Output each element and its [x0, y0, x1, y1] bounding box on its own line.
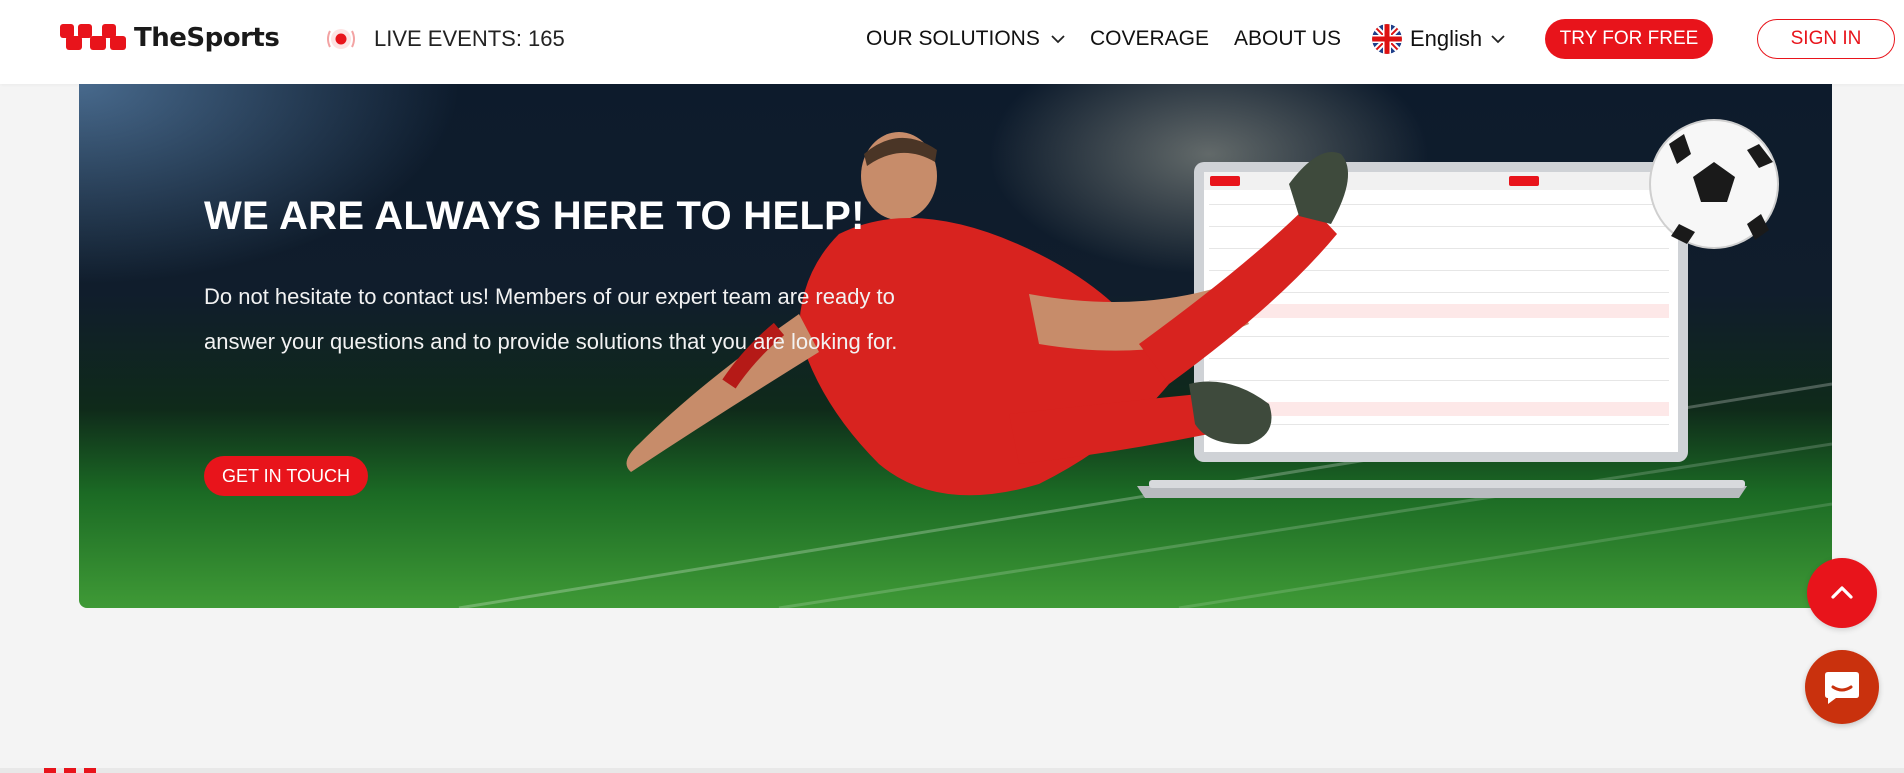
- live-events-label: LIVE EVENTS: 165: [374, 26, 565, 51]
- nav-coverage-label: COVERAGE: [1090, 27, 1210, 50]
- chevron-down-icon: [1051, 35, 1065, 44]
- language-label: English: [1410, 26, 1483, 51]
- chat-bubble-icon: [1825, 672, 1859, 704]
- chevron-up-icon: [1831, 586, 1853, 599]
- language-selector[interactable]: English: [1372, 20, 1506, 58]
- banner-title: WE ARE ALWAYS HERE TO HELP!: [204, 194, 865, 238]
- live-events[interactable]: LIVE EVENTS: 165: [326, 24, 565, 54]
- sign-in-button[interactable]: SIGN IN: [1757, 19, 1895, 59]
- get-in-touch-button[interactable]: GET IN TOUCH: [204, 456, 368, 496]
- nav-our-solutions[interactable]: OUR SOLUTIONS: [866, 22, 1066, 56]
- live-chat-button[interactable]: [1805, 650, 1879, 724]
- try-for-free-button[interactable]: TRY FOR FREE: [1545, 19, 1713, 59]
- soccer-ball-graphic: [1649, 119, 1779, 249]
- nav-about-us[interactable]: ABOUT US: [1234, 22, 1341, 56]
- nav-our-solutions-label: OUR SOLUTIONS: [866, 27, 1040, 50]
- brand-logo-mark: [60, 24, 126, 50]
- site-header: TheSports LIVE EVENTS: 165 OUR SOLUTIONS…: [0, 0, 1904, 84]
- banner-body-text: Do not hesitate to contact us! Members o…: [204, 284, 898, 354]
- uk-flag-icon: [1372, 24, 1402, 54]
- brand-name: TheSports: [134, 23, 280, 53]
- chevron-down-icon: [1491, 35, 1505, 44]
- brand-logo[interactable]: TheSports: [60, 20, 280, 56]
- live-dot-icon: [327, 29, 355, 49]
- footer-logo-mark: [44, 768, 96, 773]
- scroll-to-top-button[interactable]: [1807, 558, 1877, 628]
- next-section-edge: [0, 768, 1904, 773]
- nav-about-us-label: ABOUT US: [1234, 27, 1341, 50]
- help-banner: WE ARE ALWAYS HERE TO HELP! Do not hesit…: [79, 84, 1832, 608]
- nav-coverage[interactable]: COVERAGE: [1090, 22, 1209, 56]
